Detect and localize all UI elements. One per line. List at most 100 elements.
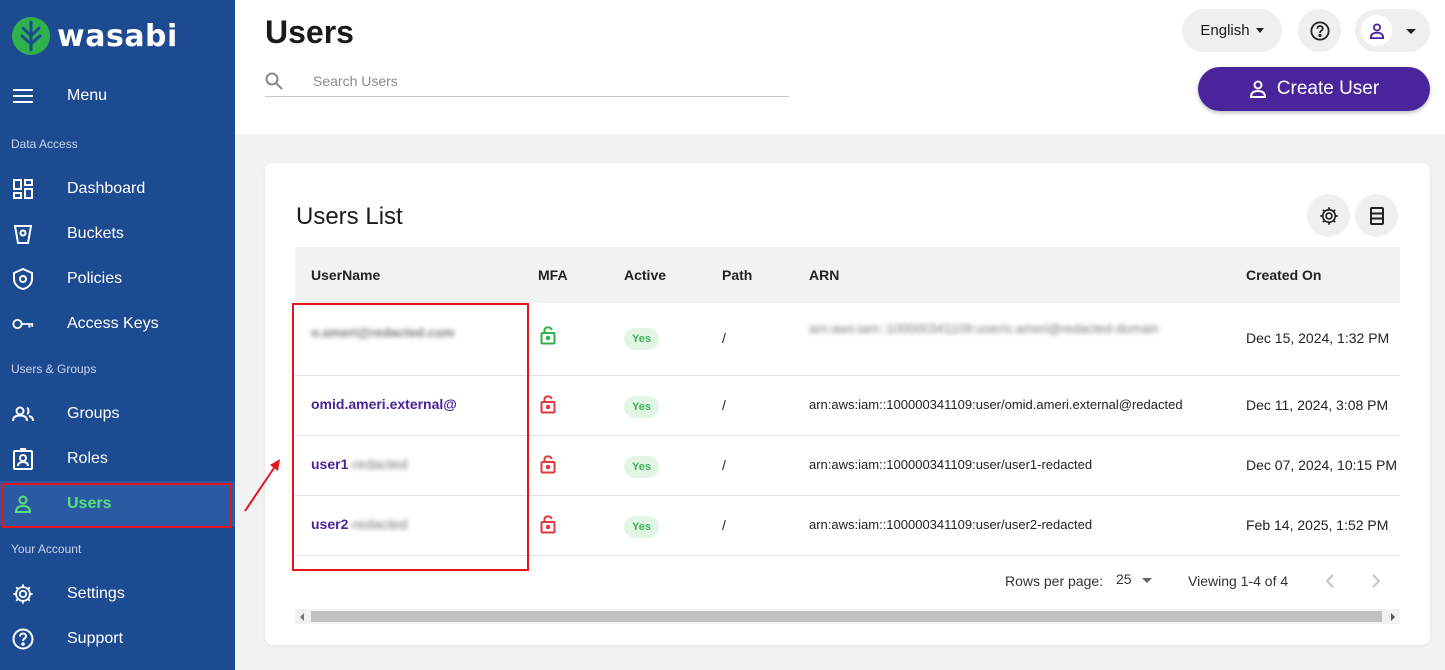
sidebar-item-roles[interactable]: Roles bbox=[0, 436, 235, 481]
users-list-card: Users List UserName MFA Active Path ARN … bbox=[265, 163, 1430, 645]
wasabi-logo[interactable]: wasabi bbox=[11, 16, 178, 56]
previous-page-button[interactable] bbox=[1322, 573, 1338, 589]
column-view-button[interactable] bbox=[1355, 194, 1398, 237]
user-icon bbox=[1369, 22, 1384, 39]
sidebar-item-label: Support bbox=[67, 629, 124, 647]
search-bar bbox=[265, 68, 789, 97]
sidebar-item-access-keys[interactable]: Access Keys bbox=[0, 301, 235, 346]
menu-label: Menu bbox=[67, 86, 108, 104]
menu-toggle[interactable]: Menu bbox=[0, 73, 235, 118]
sidebar-item-label: Access Keys bbox=[67, 314, 159, 332]
language-label: English bbox=[1200, 22, 1250, 39]
rows-per-page-label: Rows per page: bbox=[1005, 573, 1104, 589]
dashboard-icon bbox=[12, 178, 34, 200]
path-value: / bbox=[722, 517, 726, 533]
gear-icon bbox=[12, 583, 34, 605]
sidebar-item-label: Policies bbox=[67, 269, 123, 287]
username-link[interactable]: omid.ameri.external@ bbox=[311, 396, 457, 412]
chevron-left-icon bbox=[1325, 574, 1334, 588]
sidebar-item-label: Roles bbox=[67, 449, 108, 467]
scroll-right-arrow-icon[interactable] bbox=[1391, 613, 1395, 621]
next-page-button[interactable] bbox=[1368, 573, 1384, 589]
section-your-account: Your Account bbox=[11, 542, 82, 556]
help-icon bbox=[1309, 20, 1330, 41]
page-header: Users English Create User bbox=[235, 0, 1445, 134]
table-row[interactable]: omid.ameri.external@ Yes / arn:aws:iam::… bbox=[295, 376, 1400, 436]
sidebar-item-policies[interactable]: Policies bbox=[0, 256, 235, 301]
groups-icon bbox=[12, 403, 34, 425]
language-select[interactable]: English bbox=[1182, 9, 1282, 52]
username-link[interactable]: user2 bbox=[311, 516, 348, 532]
sidebar-item-dashboard[interactable]: Dashboard bbox=[0, 166, 235, 211]
avatar bbox=[1361, 15, 1392, 46]
username-cell[interactable]: user2-redacted bbox=[311, 516, 408, 532]
badge-icon bbox=[12, 447, 34, 470]
column-header-active[interactable]: Active bbox=[624, 267, 666, 283]
scrollbar-thumb[interactable] bbox=[311, 611, 1382, 622]
sidebar-item-buckets[interactable]: Buckets bbox=[0, 211, 235, 256]
created-on-value: Dec 11, 2024, 3:08 PM bbox=[1246, 397, 1389, 413]
create-user-button[interactable]: Create User bbox=[1198, 67, 1430, 111]
gear-icon bbox=[1319, 206, 1338, 225]
sidebar-item-label: Groups bbox=[67, 404, 120, 422]
chevron-right-icon bbox=[1372, 574, 1381, 588]
search-input[interactable] bbox=[313, 70, 773, 92]
username-link[interactable]: user1 bbox=[311, 456, 348, 472]
help-icon bbox=[12, 628, 34, 650]
create-user-label: Create User bbox=[1276, 78, 1380, 99]
table-settings-button[interactable] bbox=[1307, 194, 1350, 237]
column-header-path[interactable]: Path bbox=[722, 267, 752, 283]
username-redacted: -redacted bbox=[348, 516, 408, 532]
highlight-box-users-nav bbox=[1, 483, 232, 528]
path-value: / bbox=[722, 457, 726, 473]
caret-down-icon bbox=[1406, 29, 1416, 34]
brand-name: wasabi bbox=[57, 18, 178, 54]
bucket-icon bbox=[12, 223, 34, 245]
caret-down-icon bbox=[1255, 28, 1264, 33]
search-icon bbox=[265, 72, 283, 95]
sidebar-item-label: Settings bbox=[67, 584, 125, 602]
sidebar-item-label: Dashboard bbox=[67, 179, 146, 197]
sidebar-item-groups[interactable]: Groups bbox=[0, 391, 235, 436]
scroll-left-arrow-icon[interactable] bbox=[300, 613, 304, 621]
help-button[interactable] bbox=[1298, 9, 1341, 52]
status-badge: Yes bbox=[624, 456, 659, 478]
section-users-groups: Users & Groups bbox=[11, 362, 97, 376]
username-cell[interactable]: user1-redacted bbox=[311, 456, 408, 472]
shield-icon bbox=[12, 267, 34, 290]
column-header-mfa[interactable]: MFA bbox=[538, 267, 568, 283]
column-header-created-on[interactable]: Created On bbox=[1246, 267, 1321, 283]
card-title: Users List bbox=[296, 203, 403, 230]
table-row[interactable]: user1-redacted Yes / arn:aws:iam::100000… bbox=[295, 436, 1400, 496]
wasabi-logo-icon bbox=[12, 17, 50, 55]
status-badge: Yes bbox=[624, 396, 659, 418]
created-on-value: Dec 07, 2024, 10:15 PM bbox=[1246, 457, 1397, 473]
sidebar-item-label: Buckets bbox=[67, 224, 124, 242]
status-badge: Yes bbox=[624, 516, 659, 538]
rows-per-page-value: 25 bbox=[1116, 571, 1132, 587]
lock-icon-mfa-disabled bbox=[540, 395, 556, 414]
key-icon bbox=[12, 313, 34, 335]
account-menu-button[interactable] bbox=[1355, 9, 1430, 52]
arn-value: arn:aws:iam::100000341109:user/omid.amer… bbox=[809, 397, 1183, 412]
created-on-value: Dec 15, 2024, 1:32 PM bbox=[1246, 330, 1390, 346]
username-link[interactable]: o.ameri@redacted.com bbox=[311, 323, 491, 343]
sidebar-item-settings[interactable]: Settings bbox=[0, 571, 235, 616]
username-redacted: -redacted bbox=[348, 456, 408, 472]
pagination-summary: Viewing 1-4 of 4 bbox=[1188, 573, 1289, 589]
column-header-username[interactable]: UserName bbox=[311, 267, 380, 283]
table-row[interactable]: o.ameri@redacted.com Yes / arn:aws:iam::… bbox=[295, 303, 1400, 376]
path-value: / bbox=[722, 397, 726, 413]
section-data-access: Data Access bbox=[11, 137, 78, 151]
lock-icon-mfa-disabled bbox=[540, 515, 556, 534]
sidebar-item-support[interactable]: Support bbox=[0, 616, 235, 661]
rows-per-page-select[interactable]: 25 bbox=[1116, 571, 1152, 587]
column-header-arn[interactable]: ARN bbox=[809, 267, 839, 283]
horizontal-scrollbar[interactable] bbox=[295, 609, 1400, 624]
arn-value: arn:aws:iam::100000341109:user/user2-red… bbox=[809, 517, 1093, 532]
lock-icon-mfa-disabled bbox=[540, 455, 556, 474]
arn-value: arn:aws:iam::100000341109:user/o.ameri@r… bbox=[809, 321, 1159, 336]
annotation-arrow-icon bbox=[244, 459, 280, 512]
arn-value: arn:aws:iam::100000341109:user/user1-red… bbox=[809, 457, 1093, 472]
table-row[interactable]: user2-redacted Yes / arn:aws:iam::100000… bbox=[295, 496, 1400, 556]
